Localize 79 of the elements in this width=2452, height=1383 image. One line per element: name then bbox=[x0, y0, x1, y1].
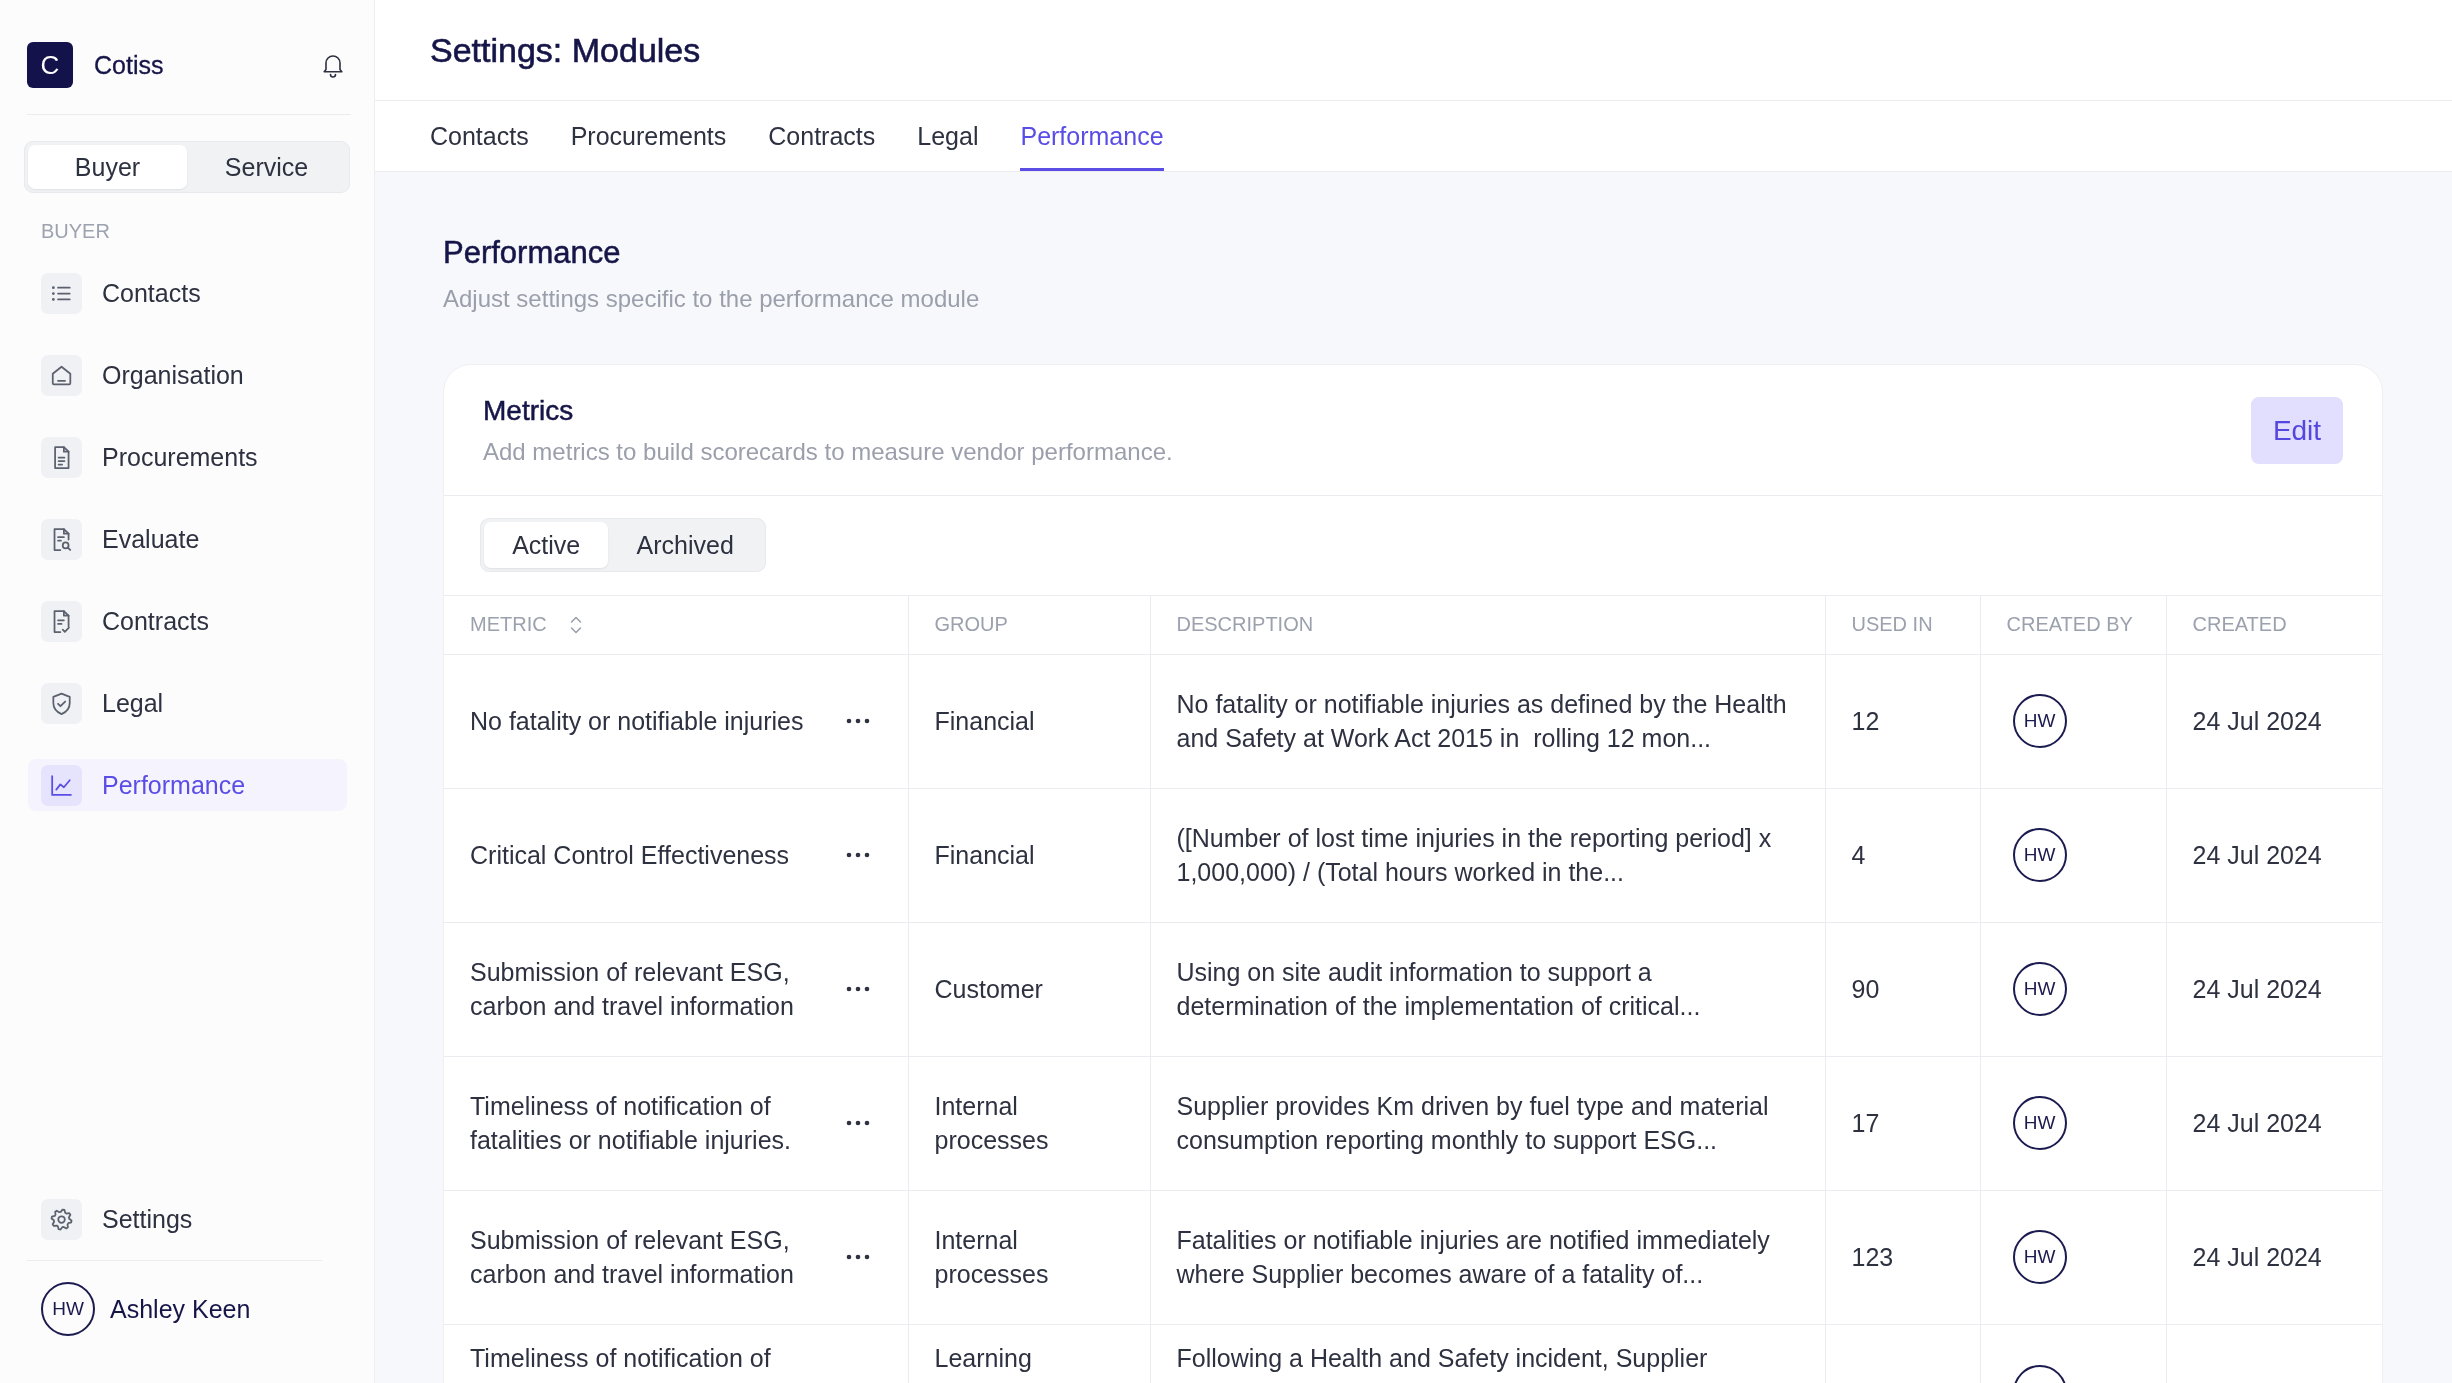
role-tab[interactable]: Service bbox=[187, 145, 346, 189]
table-cell: Internal processes bbox=[908, 1190, 1150, 1324]
more-icon[interactable] bbox=[845, 718, 870, 724]
more-icon[interactable] bbox=[845, 1120, 870, 1126]
metric-name: Timeliness of notification of bbox=[470, 1342, 772, 1374]
user-avatar: HW bbox=[2012, 828, 2067, 882]
sidebar-item[interactable]: Organisation bbox=[28, 349, 347, 401]
column-header: CREATED BY bbox=[2006, 613, 2133, 636]
metric-name: No fatality or notifiable injuries bbox=[470, 706, 805, 737]
filter-tab[interactable]: Archived bbox=[608, 522, 762, 568]
filter-tab[interactable]: Active bbox=[484, 522, 609, 568]
column-header: GROUP bbox=[934, 613, 1008, 636]
sidebar-item[interactable]: Performance bbox=[28, 759, 347, 811]
house-icon bbox=[41, 354, 82, 396]
table-cell: 24 Jul 2024 bbox=[2166, 788, 2382, 922]
sidebar-item[interactable]: Contacts bbox=[28, 267, 347, 319]
list-icon bbox=[41, 272, 82, 314]
table-cell: 24 Jul 2024 bbox=[2166, 922, 2382, 1056]
table-cell: Customer bbox=[908, 922, 1150, 1056]
section-description: Adjust settings specific to the performance module bbox=[443, 284, 981, 314]
sidebar-item[interactable]: Evaluate bbox=[28, 513, 347, 565]
card-description: Add metrics to build scorecards to measure vendor performance. bbox=[483, 437, 1173, 467]
table-cell: Fatalities or notifiable injuries are notified immediately where Supplier becomes aware of a fatality of... bbox=[1150, 1190, 1825, 1324]
page-title: Settings: Modules bbox=[430, 30, 701, 70]
card-title: Metrics bbox=[483, 394, 575, 428]
table-cell: Using on site audit information to support a determination of the implementation of critical... bbox=[1150, 922, 1825, 1056]
more-icon[interactable] bbox=[845, 852, 870, 858]
module-tab[interactable]: Performance bbox=[1020, 101, 1164, 171]
document-check-icon bbox=[41, 600, 82, 642]
user-avatar: HW bbox=[2012, 1230, 2067, 1284]
column-header: DESCRIPTION bbox=[1176, 613, 1314, 636]
shield-check-icon bbox=[41, 682, 82, 724]
table-cell: 24 Jul 2024 bbox=[2166, 654, 2382, 788]
table-cell: 12 bbox=[1825, 654, 1980, 788]
metric-name: Timeliness of notification of fatalities or notifiable injuries. bbox=[470, 1091, 792, 1156]
user-avatar: HW bbox=[2012, 1096, 2067, 1150]
sidebar-item[interactable]: Settings bbox=[28, 1193, 347, 1245]
table-cell: Learning bbox=[908, 1324, 1150, 1383]
document-icon bbox=[41, 436, 82, 478]
sidebar-item[interactable]: Legal bbox=[28, 677, 347, 729]
table-cell: No fatality or notifiable injuries as defined by the Health and Safety at Work Act 2015 in rolling 12 mon... bbox=[1150, 654, 1825, 788]
section-label: BUYER bbox=[40, 219, 111, 243]
table-cell: 17 bbox=[1825, 1056, 1980, 1190]
table-cell: Supplier provides Km driven by fuel type and material consumption reporting monthly to support ESG... bbox=[1150, 1056, 1825, 1190]
sidebar-item[interactable]: Procurements bbox=[28, 431, 347, 483]
role-tab[interactable]: Buyer bbox=[28, 145, 187, 189]
module-tab[interactable]: Contracts bbox=[768, 101, 876, 171]
more-icon[interactable] bbox=[845, 1254, 870, 1260]
app-logo[interactable]: C bbox=[27, 42, 73, 88]
user-avatar: HW bbox=[2012, 962, 2067, 1016]
metric-name: Submission of relevant ESG, carbon and travel information bbox=[470, 957, 795, 1022]
section-title: Performance bbox=[443, 234, 622, 272]
document-search-icon bbox=[41, 518, 82, 560]
table-cell: Internal processes bbox=[908, 1056, 1150, 1190]
table-cell: 4 bbox=[1825, 788, 1980, 922]
table-cell: Following a Health and Safety incident, Supplier bbox=[1150, 1324, 1825, 1383]
sidebar-item[interactable]: Contracts bbox=[28, 595, 347, 647]
column-header: USED IN bbox=[1851, 613, 1933, 636]
module-tab[interactable]: Legal bbox=[917, 101, 979, 171]
table-cell: ([Number of lost time injuries in the reporting period] x 1,000,000) / (Total hours worked in the... bbox=[1150, 788, 1825, 922]
metric-name: Critical Control Effectiveness bbox=[470, 840, 791, 871]
user-name: Ashley Keen bbox=[110, 1294, 251, 1324]
more-icon[interactable] bbox=[845, 986, 870, 992]
brand-name: Cotiss bbox=[94, 50, 164, 80]
table-cell: 24 Jul 2024 bbox=[2166, 1190, 2382, 1324]
table-cell: 90 bbox=[1825, 922, 1980, 1056]
table-cell: Financial bbox=[908, 788, 1150, 922]
table-cell: 123 bbox=[1825, 1190, 1980, 1324]
line-chart-icon bbox=[41, 764, 82, 806]
settings-icon bbox=[41, 1198, 82, 1240]
module-tab[interactable]: Contacts bbox=[430, 101, 529, 171]
table-cell: 24 Jul 2024 bbox=[2166, 1056, 2382, 1190]
metric-name: Submission of relevant ESG, carbon and travel information bbox=[470, 1225, 795, 1290]
column-header: CREATED bbox=[2192, 613, 2287, 636]
module-tab[interactable]: Procurements bbox=[570, 101, 727, 171]
edit-button[interactable]: Edit bbox=[2251, 397, 2343, 464]
user-avatar[interactable]: HW bbox=[41, 1282, 95, 1336]
user-avatar: HW bbox=[2012, 694, 2067, 748]
table-cell: Financial bbox=[908, 654, 1150, 788]
